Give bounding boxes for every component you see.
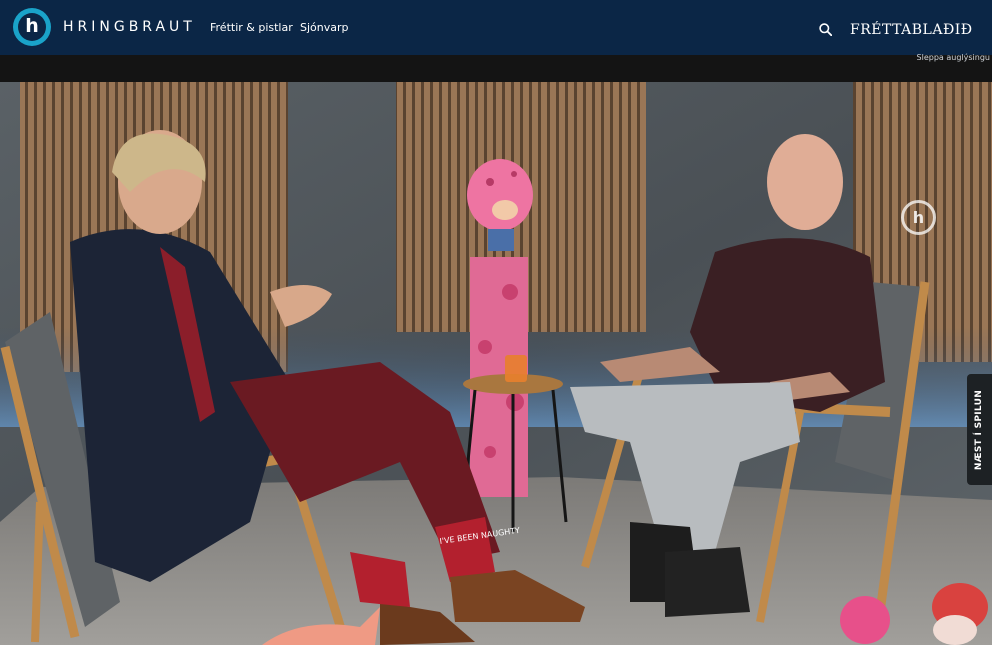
next-in-queue-tab[interactable]: NÆST Í SPILUN <box>967 374 992 485</box>
video-frame: I'VE BEEN NAUGHTY <box>0 82 992 645</box>
video-player[interactable]: I'VE BEEN NAUGHTY h NÆST Í SPILUN <box>0 82 992 645</box>
nav-sjonvarp[interactable]: Sjónvarp <box>300 21 349 34</box>
site-header: h HRINGBRAUT Fréttir & pistlar Sjónvarp … <box>0 0 992 55</box>
search-icon[interactable] <box>819 23 832 36</box>
brand-name[interactable]: HRINGBRAUT <box>63 19 196 35</box>
next-in-queue-label: NÆST Í SPILUN <box>974 389 985 470</box>
ad-bar <box>0 55 992 82</box>
hringbraut-watermark: h <box>901 200 936 235</box>
logo-letter: h <box>18 13 46 41</box>
skip-ad-button[interactable]: Sleppa auglýsingu <box>917 53 990 62</box>
nav-frettir-pistlar[interactable]: Fréttir & pistlar <box>210 21 293 34</box>
hringbraut-logo[interactable]: h <box>13 8 51 46</box>
frettabladid-link[interactable]: FRÉTTABLAÐIÐ <box>850 22 973 38</box>
